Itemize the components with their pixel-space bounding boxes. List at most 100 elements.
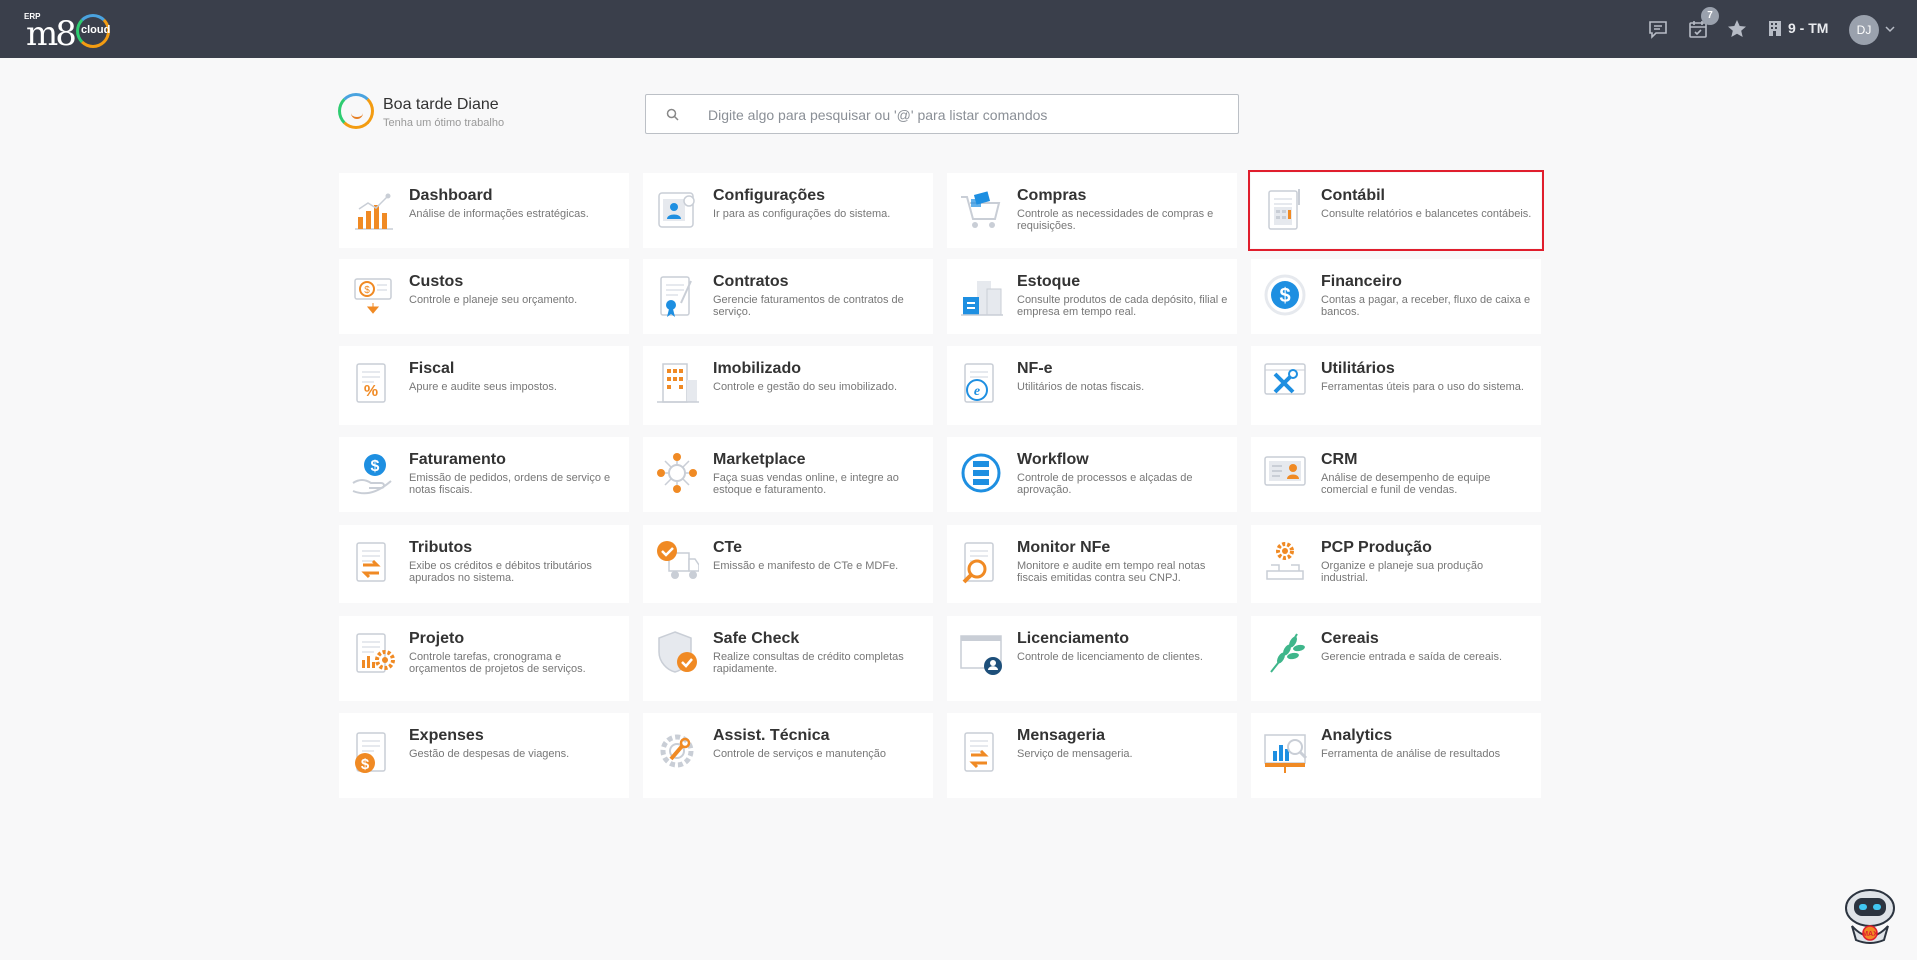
avatar[interactable]: DJ [1849, 15, 1879, 45]
module-card-financeiro[interactable]: $ Financeiro Contas a pagar, a receber, fl… [1251, 259, 1541, 334]
module-title: Financeiro [1321, 273, 1402, 290]
settings-profile-icon [658, 192, 695, 228]
module-card-estoque[interactable]: Estoque Consulte produtos de cada depósit… [947, 259, 1237, 334]
exchange-document-icon [356, 542, 386, 582]
module-description: Utilitários de notas fiscais. [1017, 381, 1145, 393]
module-card-compras[interactable]: Compras Controle as necessidades de compr… [947, 173, 1237, 248]
document-search-icon [962, 542, 994, 584]
module-card-safe-check[interactable]: Safe Check Realize consultas de crédito c… [643, 616, 933, 701]
network-icon [657, 453, 697, 493]
module-description: Ir para as configurações do sistema. [713, 208, 891, 220]
erp-m8-cloud-logo[interactable]: ERP m8 cloud [24, 10, 118, 54]
production-gear-icon [1266, 542, 1304, 580]
greeting-logo [338, 93, 374, 129]
project-gear-icon [356, 633, 395, 673]
module-title: Expenses [409, 727, 484, 744]
module-title: Fiscal [409, 360, 455, 377]
star-icon[interactable] [1726, 18, 1748, 40]
svg-text:$: $ [364, 285, 370, 296]
module-description: Monitore e audite em tempo real notas fi… [1017, 560, 1206, 584]
module-description: Exibe os créditos e débitos tributários … [409, 560, 592, 584]
module-card-contratos[interactable]: Contratos Gerencie faturamentos de contra… [643, 259, 933, 334]
svg-text:e: e [974, 384, 980, 399]
logo-cloud-text: cloud [81, 24, 111, 36]
module-card-expenses[interactable]: $ Expenses Gestão de despesas de viagens. [339, 713, 629, 798]
bar-chart-icon [355, 193, 393, 230]
module-card-projeto[interactable]: Projeto Controle tarefas, cronograma e or… [339, 616, 629, 701]
module-title: Workflow [1017, 451, 1089, 468]
module-description: Controle as necessidades de compras e re… [1017, 208, 1214, 232]
module-title: Cereais [1321, 630, 1379, 647]
warehouse-icon [961, 281, 1003, 316]
module-title: Imobilizado [713, 360, 801, 377]
nfe-document-icon: e [964, 363, 994, 403]
max-assistant-robot-icon[interactable]: MAX [1842, 886, 1898, 944]
module-description: Emissão de pedidos, ordens de serviço e … [409, 472, 611, 496]
building-icon [1769, 21, 1781, 36]
calculator-icon [1268, 189, 1300, 230]
module-title: CTe [713, 539, 743, 556]
search-input[interactable] [708, 104, 1218, 126]
svg-text:$: $ [361, 756, 370, 773]
module-title: PCP Produção [1321, 539, 1432, 556]
tools-icon [1264, 363, 1306, 395]
module-card-monitor-nfe[interactable]: Monitor NFe Monitore e audite em tempo re… [947, 525, 1237, 603]
module-title: Contratos [713, 273, 789, 290]
module-description: Apure e audite seus impostos. [409, 381, 557, 393]
module-card-cte[interactable]: CTe Emissão e manifesto de CTe e MDFe. [643, 525, 933, 603]
company-selector[interactable]: 9 - TM [1768, 20, 1828, 36]
module-card-crm[interactable]: CRM Análise de desempenho de equipe comer… [1251, 437, 1541, 512]
module-description: Controle e gestão do seu imobilizado. [713, 381, 898, 393]
money-icon: $ [354, 278, 392, 314]
module-card-licenciamento[interactable]: Licenciamento Controle de licenciamento d… [947, 616, 1237, 701]
module-description: Serviço de mensageria. [1017, 748, 1133, 760]
module-title: Analytics [1321, 727, 1393, 744]
module-description: Gerencie faturamentos de contratos de se… [713, 294, 904, 318]
message-exchange-icon [964, 732, 994, 772]
module-card-marketplace[interactable]: Marketplace Faça suas vendas online, e in… [643, 437, 933, 512]
module-title: Projeto [409, 630, 465, 647]
module-title: NF-e [1017, 360, 1053, 377]
module-card-faturamento[interactable]: $ Faturamento Emissão de pedidos, ordens d… [339, 437, 629, 512]
shield-check-icon [658, 631, 697, 673]
truck-check-icon [657, 541, 699, 579]
module-description: Controle de serviços e manutenção [713, 748, 887, 760]
notification-badge[interactable]: 7 [1701, 7, 1719, 25]
module-title: Assist. Técnica [713, 727, 830, 744]
module-card-tributos[interactable]: Tributos Exibe os créditos e débitos trib… [339, 525, 629, 603]
module-card-contabil[interactable]: Contábil Consulte relatórios e balancetes… [1248, 170, 1544, 251]
svg-text:$: $ [371, 458, 380, 475]
module-title: Utilitários [1321, 360, 1395, 377]
module-card-dashboard[interactable]: Dashboard Análise de informações estratég… [339, 173, 629, 248]
module-card-cereais[interactable]: Cereais Gerencie entrada e saída de cerea… [1251, 616, 1541, 701]
module-title: Compras [1017, 187, 1087, 204]
module-description: Controle e planeje seu orçamento. [409, 294, 578, 306]
wheat-icon [1270, 633, 1305, 673]
module-title: Contábil [1321, 187, 1385, 204]
module-card-configuracoes[interactable]: Configurações Ir para as configurações do… [643, 173, 933, 248]
module-card-utilitarios[interactable]: Utilitários Ferramentas úteis para o uso … [1251, 346, 1541, 425]
module-card-assist-tecnica[interactable]: Assist. Técnica Controle de serviços e ma… [643, 713, 933, 798]
module-title: Monitor NFe [1017, 539, 1111, 556]
module-title: Licenciamento [1017, 630, 1130, 647]
module-card-workflow[interactable]: Workflow Controle de processos e alçadas … [947, 437, 1237, 512]
hand-dollar-icon: $ [352, 454, 392, 495]
module-description: Contas a pagar, a receber, fluxo de caix… [1321, 294, 1531, 318]
module-card-mensageria[interactable]: Mensageria Serviço de mensageria. [947, 713, 1237, 798]
module-title: Faturamento [409, 451, 506, 468]
chat-icon[interactable] [1647, 18, 1669, 40]
module-description: Análise de informações estratégicas. [409, 208, 589, 220]
module-description: Gestão de despesas de viagens. [409, 748, 570, 760]
module-description: Ferramentas úteis para o uso do sistema. [1321, 381, 1524, 393]
search-box[interactable] [645, 94, 1239, 134]
module-card-analytics[interactable]: Analytics Ferramenta de análise de result… [1251, 713, 1541, 798]
svg-text:$: $ [1279, 285, 1290, 307]
module-card-pcp-producao[interactable]: PCP Produção Organize e planeje sua produ… [1251, 525, 1541, 603]
module-card-custos[interactable]: $ Custos Controle e planeje seu orçamento. [339, 259, 629, 334]
module-title: Custos [409, 273, 464, 290]
analytics-board-icon [1264, 734, 1307, 773]
module-card-nf-e[interactable]: e NF-e Utilitários de notas fiscais. [947, 346, 1237, 425]
module-card-fiscal[interactable]: % Fiscal Apure e audite seus impostos. [339, 346, 629, 425]
chevron-down-icon[interactable] [1884, 23, 1896, 35]
module-card-imobilizado[interactable]: Imobilizado Controle e gestão do seu imob… [643, 346, 933, 425]
